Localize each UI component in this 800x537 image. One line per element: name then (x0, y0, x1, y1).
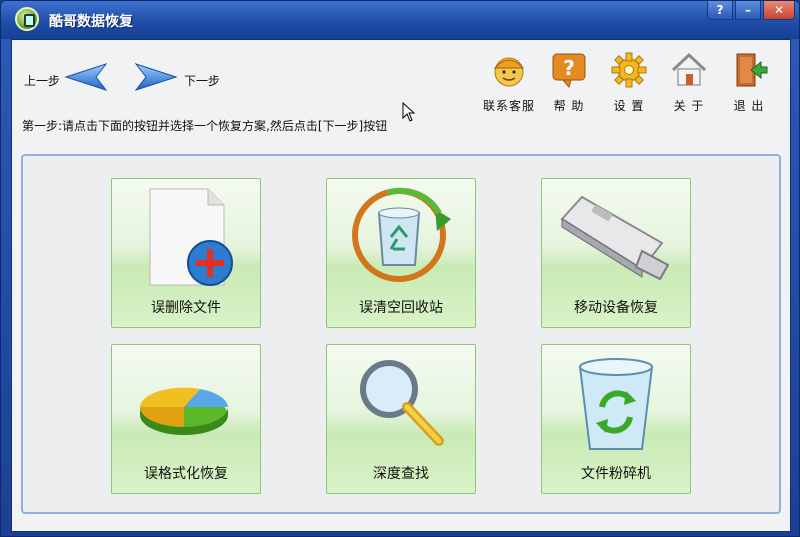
instruction-text: 第一步:请点击下面的按钮并选择一个恢复方案,然后点击[下一步]按钮 (22, 119, 388, 133)
home-icon (671, 52, 707, 86)
recovery-options-panel: 误删除文件 误清空回收站 移动设备恢复 误格式化恢复 深度查找 文件粉碎机 (21, 154, 781, 514)
settings-icon (611, 52, 647, 88)
option-label: 误删除文件 (151, 300, 221, 316)
help-window-button[interactable]: ? (707, 1, 733, 20)
mouse-cursor-icon (402, 102, 416, 122)
shredder-bin-icon (578, 358, 654, 450)
exit-button[interactable]: 退 出 (720, 50, 778, 114)
minimize-button[interactable]: – (735, 1, 761, 20)
toolbar-label: 设 置 (613, 99, 645, 113)
about-button[interactable]: 关 于 (660, 50, 718, 114)
pie-disk-icon (140, 387, 228, 435)
help-icon: ? (552, 53, 586, 89)
prev-step-label[interactable]: 上一步 (24, 72, 60, 89)
contact-support-button[interactable]: 联系客服 (480, 50, 538, 114)
app-window: 酷哥数据恢复 ? – ✕ 上一步 下一步 联系客服 ? 帮 助 设 置 关 于 … (0, 0, 800, 537)
deleted-file-icon (149, 188, 233, 286)
client-area: 上一步 下一步 联系客服 ? 帮 助 设 置 关 于 退 出 第一步:请点击下面… (11, 39, 791, 532)
option-label: 移动设备恢复 (574, 300, 658, 316)
option-empty-recycle-bin[interactable]: 误清空回收站 (326, 178, 476, 328)
toolbar-label: 关 于 (673, 99, 705, 113)
option-file-shredder[interactable]: 文件粉碎机 (541, 344, 691, 494)
toolbar-label: 帮 助 (553, 99, 585, 113)
window-title: 酷哥数据恢复 (49, 14, 133, 30)
exit-icon (736, 53, 768, 87)
toolbar-label: 退 出 (733, 99, 765, 113)
magnifier-icon (360, 360, 444, 446)
option-label: 深度查找 (373, 466, 429, 482)
prev-arrow-icon[interactable] (64, 62, 108, 92)
option-deep-search[interactable]: 深度查找 (326, 344, 476, 494)
title-bar[interactable]: 酷哥数据恢复 ? – ✕ (1, 1, 799, 39)
usb-drive-icon (560, 195, 670, 281)
option-removable-device[interactable]: 移动设备恢复 (541, 178, 691, 328)
close-button[interactable]: ✕ (763, 1, 795, 20)
svg-text:?: ? (563, 56, 575, 80)
option-label: 文件粉碎机 (581, 466, 651, 482)
option-label: 误格式化恢复 (144, 466, 228, 482)
recycle-bin-icon (352, 187, 451, 282)
option-label: 误清空回收站 (359, 300, 443, 316)
customer-service-icon (493, 57, 525, 87)
next-arrow-icon[interactable] (134, 62, 178, 92)
option-deleted-files[interactable]: 误删除文件 (111, 178, 261, 328)
toolbar-label: 联系客服 (482, 99, 535, 113)
app-logo-icon (15, 7, 39, 31)
next-step-label[interactable]: 下一步 (184, 72, 220, 89)
option-format-recovery[interactable]: 误格式化恢复 (111, 344, 261, 494)
help-button[interactable]: ? 帮 助 (540, 50, 598, 114)
settings-button[interactable]: 设 置 (600, 50, 658, 114)
